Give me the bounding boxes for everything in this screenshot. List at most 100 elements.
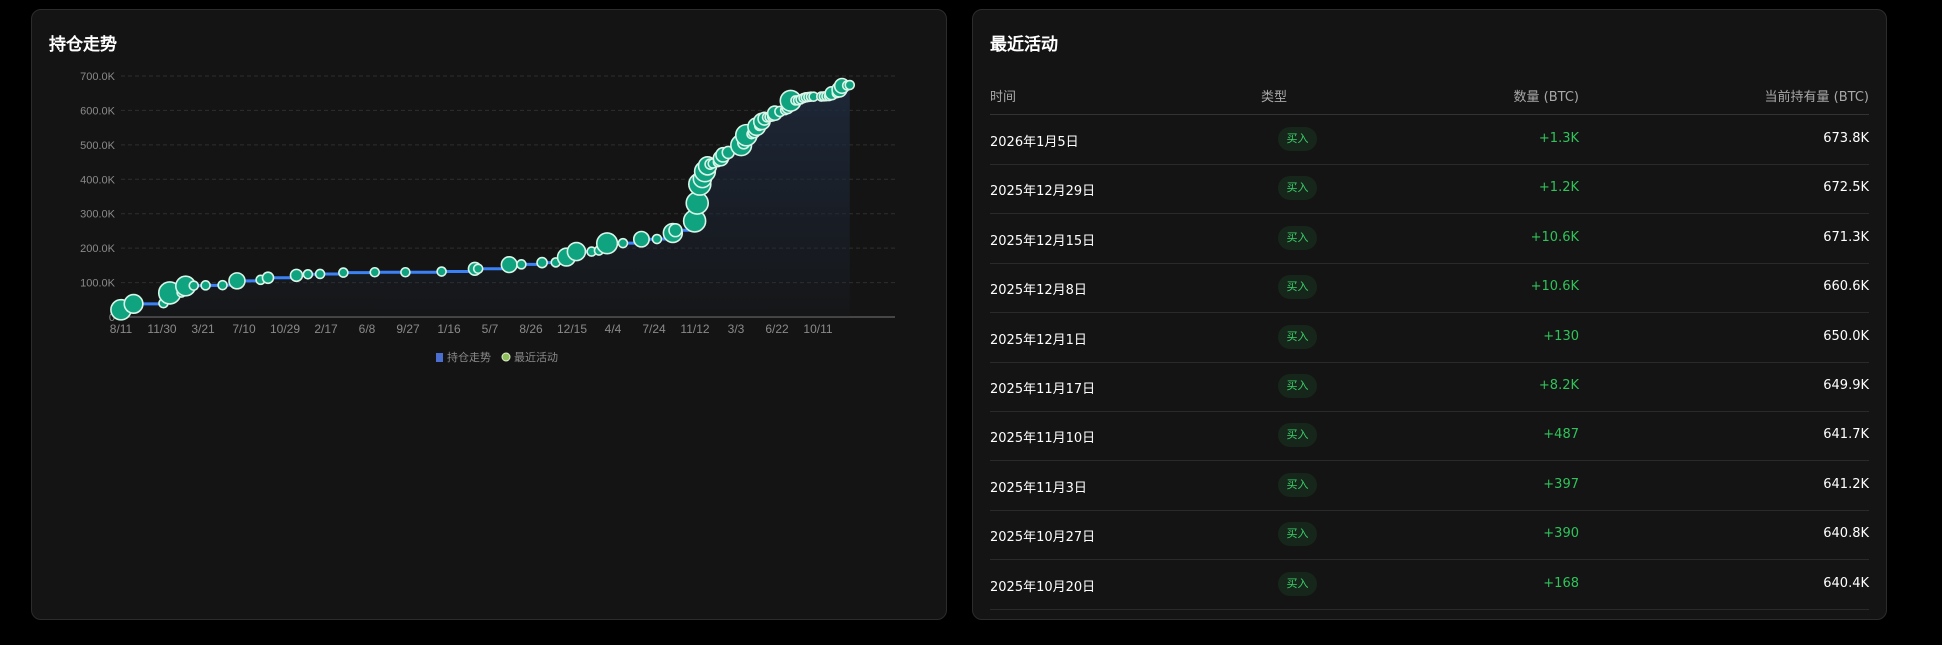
activity-date: 2025年12月29日 [990,184,1096,200]
activity-holding: 660.6K [1823,279,1869,295]
x-tick-label: 8/26 [519,322,543,336]
panel-title: 持仓走势 [49,35,117,55]
activity-point [516,259,527,270]
activity-date: 2025年11月10日 [990,431,1096,447]
column-header-amount: 数量 (BTC) [1513,90,1579,105]
activity-point [123,293,144,315]
x-tick-label: 8/11 [110,322,133,336]
activity-point [668,223,683,238]
activity-amount: +168 [1543,575,1579,591]
activity-amount: +10.6K [1530,229,1579,245]
activity-row: 2025年12月1日 买入 +130 650.0K [990,313,1869,363]
activity-point [289,268,304,283]
activity-holding: 649.9K [1823,378,1869,393]
x-tick-label: 10/11 [803,322,832,336]
y-tick-label: 300.0K [80,209,116,221]
type-badge: 买入 [1278,176,1317,201]
y-tick-label: 100.0K [80,278,116,290]
activity-holding: 640.4K [1823,575,1869,591]
type-badge: 买入 [1278,374,1317,398]
x-tick-label: 5/7 [482,322,499,336]
type-badge: 买入 [1278,127,1317,151]
type-badge: 买入 [1278,571,1317,596]
legend-activity-label: 最近活动 [514,351,558,364]
type-badge: 买入 [1278,324,1317,349]
activity-amount: +487 [1543,427,1579,443]
y-tick-label: 600.0K [80,105,116,117]
activity-date: 2025年11月17日 [990,382,1096,397]
x-tick-label: 6/8 [359,322,376,336]
x-tick-label: 7/10 [232,322,256,336]
activity-point [302,269,314,280]
activity-point [651,233,663,245]
y-tick-label: 700.0K [80,71,116,83]
panel-title: 最近活动 [990,35,1058,55]
legend-holdings-icon [436,353,443,362]
activity-point [261,271,275,285]
activity-row: 2025年12月15日 买入 +10.6K 671.3K [990,214,1869,264]
activity-date: 2025年10月20日 [990,579,1096,595]
activity-point [617,237,629,249]
activity-date: 2025年12月1日 [990,332,1087,348]
activity-holding: 641.7K [1823,427,1869,443]
x-tick-label: 9/27 [396,322,420,336]
column-header-type: 类型 [1261,90,1288,105]
activity-holding: 650.0K [1823,328,1869,344]
column-header-holding: 当前持有量 (BTC) [1764,90,1869,105]
activity-date: 2026年1月5日 [990,135,1079,150]
activity-date: 2025年10月27日 [990,530,1096,546]
activity-point [369,266,381,278]
activity-point [472,263,484,275]
activity-date: 2025年12月15日 [990,233,1096,249]
type-badge: 买入 [1278,472,1317,497]
x-tick-label: 7/24 [642,322,666,336]
activity-point [400,266,411,278]
activity-point [595,232,619,255]
holdings-trend-panel: 0 100.0K 200.0K 300.0K 400.0K 500.0K 600.0K 700… [31,9,947,620]
x-tick-label: 2/17 [314,322,338,336]
activity-holding: 640.8K [1823,526,1869,542]
activity-row: 2026年1月5日 买入 +1.3K 673.8K [990,115,1869,165]
activity-holding: 673.8K [1823,131,1869,146]
activity-date: 2025年11月3日 [990,480,1087,496]
activity-amount: +1.2K [1538,180,1579,196]
type-badge: 买入 [1278,522,1317,547]
activity-row: 2025年12月8日 买入 +10.6K 660.6K [990,263,1869,314]
activity-amount: +8.2K [1538,378,1579,393]
activity-holding: 672.5K [1823,180,1869,196]
column-header-time: 时间 [990,90,1017,105]
activity-row: 2025年11月3日 买入 +397 641.2K [990,461,1869,511]
activity-point [536,256,548,269]
activity-amount: +1.3K [1538,131,1579,146]
y-tick-label: 500.0K [80,140,116,152]
activity-amount: +397 [1543,476,1579,492]
activity-holding: 671.3K [1823,229,1869,245]
activity-amount: +130 [1543,328,1579,344]
holdings-chart[interactable]: 0100.0K200.0K300.0K400.0K500.0K600.0K700… [32,10,948,621]
activity-point [632,230,650,248]
activity-point [314,268,326,280]
x-tick-label: 12/15 [557,322,587,336]
activity-point [188,280,200,291]
activity-date: 2025年12月8日 [990,283,1087,299]
activity-point [338,267,349,278]
y-tick-label: 200.0K [80,243,116,255]
x-tick-label: 10/29 [270,322,300,336]
activity-point [228,272,246,290]
activity-point [436,266,447,277]
x-tick-label: 11/12 [680,322,709,336]
legend-holdings-label: 持仓走势 [447,350,491,364]
activity-amount: +390 [1543,526,1579,542]
activity-point [566,241,587,262]
x-tick-label: 4/4 [605,322,622,336]
activity-row: 2025年12月29日 买入 +1.2K 672.5K [990,164,1869,215]
y-tick-label: 400.0K [80,174,116,186]
recent-activity-panel: 最近活动 时间 类型 数量 (BTC) 当前持有量 (BTC) 2026年1月5… [972,9,1887,620]
activity-row: 2025年10月27日 买入 +390 640.8K [990,510,1869,561]
x-tick-label: 1/16 [437,322,461,336]
type-badge: 买入 [1278,225,1317,250]
activity-holding: 641.2K [1823,476,1869,492]
legend-activity-icon [501,352,511,362]
activity-row: 2025年11月17日 买入 +8.2K 649.9K [990,362,1869,412]
activity-point [217,279,228,291]
